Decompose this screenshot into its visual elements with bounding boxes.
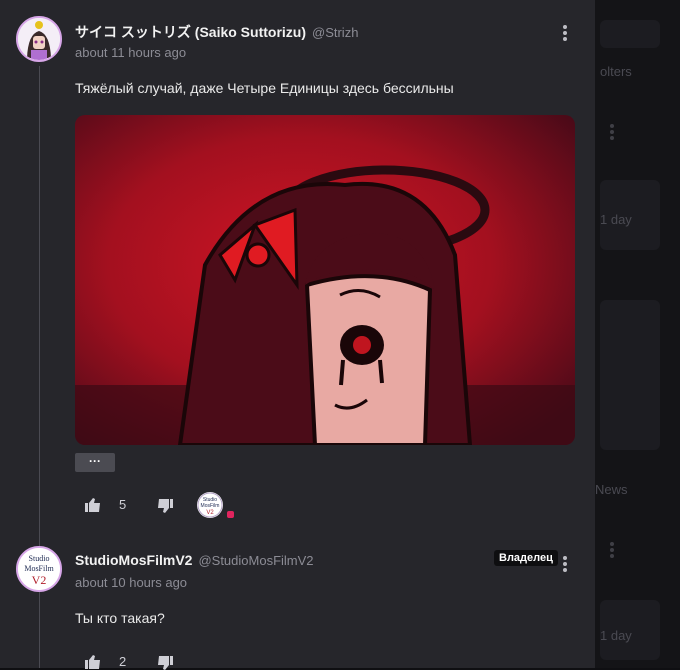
comment-text: Ты кто такая? [75, 610, 165, 626]
comment-panel: サイコ スットリズ (Saiko Suttorizu) @Strizh abou… [0, 0, 595, 670]
background-menu-icon [610, 542, 614, 560]
background-text: 1 day [600, 212, 632, 227]
svg-text:MosFilm: MosFilm [201, 503, 220, 509]
author-name[interactable]: StudioMosFilmV2 [75, 552, 192, 568]
svg-text:V2: V2 [206, 510, 214, 516]
svg-text:MosFilm: MosFilm [24, 564, 54, 573]
thumbs-up-icon [85, 654, 100, 669]
background-card [600, 300, 660, 450]
background-menu-icon [610, 124, 614, 142]
comment-text: Тяжёлый случай, даже Четыре Единицы здес… [75, 80, 454, 96]
more-vertical-icon[interactable] [563, 556, 567, 574]
svg-text:V2: V2 [32, 573, 47, 587]
author-handle[interactable]: @StudioMosFilmV2 [198, 553, 313, 568]
timestamp[interactable]: about 11 hours ago [75, 45, 186, 60]
thumbs-up-icon [85, 497, 100, 512]
svg-text:Studio: Studio [29, 554, 50, 563]
like-count: 2 [119, 654, 127, 669]
comment-image[interactable] [75, 115, 575, 445]
author-row: サイコ スットリズ (Saiko Suttorizu) @Strizh [75, 22, 358, 42]
background-text: olters [600, 64, 632, 79]
background-card [600, 20, 660, 48]
like-count: 5 [119, 497, 127, 512]
background-text: 1 day [600, 628, 632, 643]
like-button[interactable]: 5 [85, 497, 126, 512]
author-handle[interactable]: @Strizh [312, 25, 358, 40]
user-avatar[interactable] [16, 16, 62, 62]
owner-badge: Владелец [494, 550, 558, 566]
author-row: StudioMosFilmV2 @StudioMosFilmV2 [75, 552, 314, 568]
author-name[interactable]: サイコ スットリズ (Saiko Suttorizu) [75, 22, 306, 42]
more-vertical-icon[interactable] [563, 25, 567, 43]
user-avatar[interactable]: Studio MosFilm V2 [16, 546, 62, 592]
background-page: olters 1 day News 1 day [595, 0, 680, 668]
reaction-avatar[interactable]: Studio MosFilm V2 [197, 492, 223, 518]
timestamp[interactable]: about 10 hours ago [75, 575, 187, 590]
thumbs-down-icon [158, 499, 173, 513]
like-indicator [227, 511, 234, 518]
dislike-button[interactable] [157, 499, 173, 513]
background-text: News [595, 482, 628, 497]
expand-button[interactable]: ··· [75, 453, 115, 472]
like-button[interactable]: 2 [85, 654, 126, 669]
